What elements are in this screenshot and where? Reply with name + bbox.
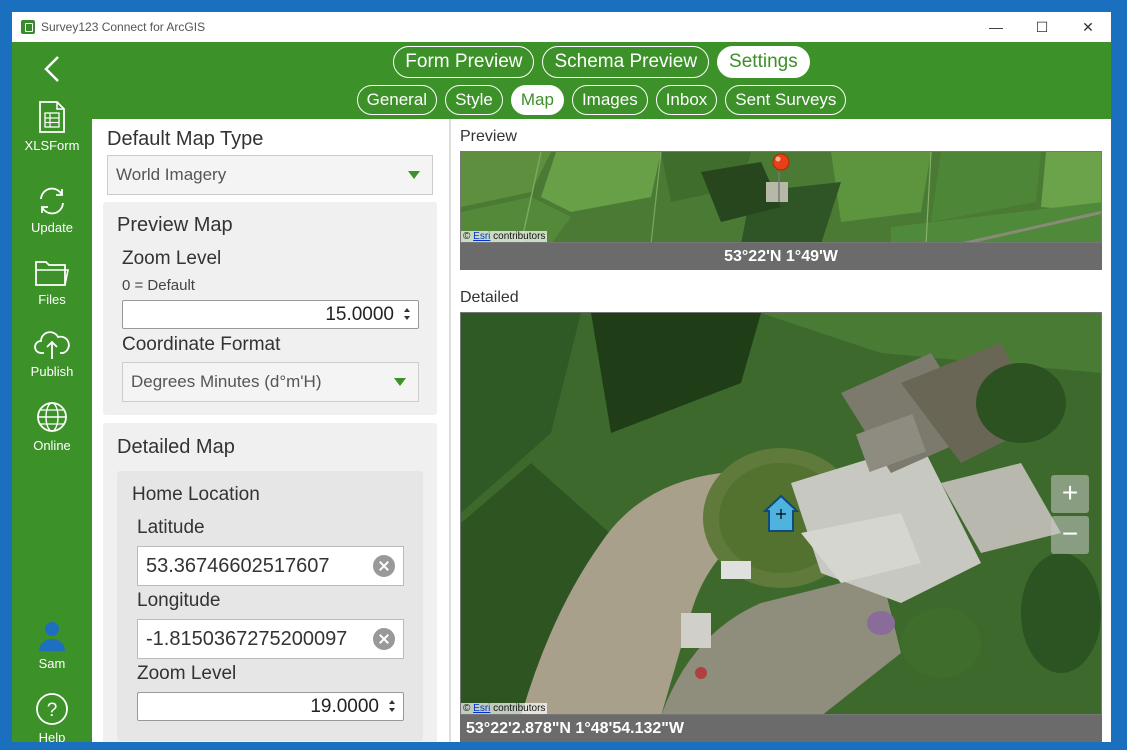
longitude-label: Longitude	[137, 590, 221, 611]
help-glyph: ?	[47, 700, 58, 721]
maximize-button[interactable]: ☐	[1019, 12, 1065, 42]
longitude-input[interactable]: -1.8150367275200097	[137, 619, 404, 659]
folder-icon	[35, 261, 69, 286]
default-map-type-label: Default Map Type	[107, 128, 264, 150]
home-location-group: Home Location Latitude 53.36746602517607…	[117, 471, 423, 741]
esri-link[interactable]: Esri	[473, 703, 490, 714]
settings-subtabs: General Style Map Images Inbox Sent Surv…	[92, 85, 1111, 115]
latitude-input[interactable]: 53.36746602517607	[137, 546, 404, 586]
coordinate-format-value: Degrees Minutes (d°m'H)	[131, 372, 322, 391]
help-button[interactable]: ? Help	[12, 692, 92, 742]
sidebar-item-label: Update	[31, 220, 73, 235]
preview-coordinates: 53°22'N 1°49'W	[460, 243, 1102, 270]
preview-attribution: © Esri contributors	[461, 231, 548, 242]
title-bar: Survey123 Connect for ArcGIS — ☐ ✕	[12, 12, 1111, 42]
detailed-map-section: Detailed Map Home Location Latitude 53.3…	[103, 423, 437, 742]
sidebar-item-xlsform[interactable]: XLSForm	[12, 100, 92, 153]
coordinate-format-label: Coordinate Format	[122, 334, 281, 355]
detailed-zoom-label: Zoom Level	[137, 663, 237, 684]
sidebar-item-label: Online	[33, 438, 71, 453]
subtab-sent-surveys[interactable]: Sent Surveys	[725, 85, 847, 115]
detailed-map-imagery	[461, 313, 1101, 714]
longitude-value: -1.8150367275200097	[146, 628, 348, 650]
refresh-icon	[40, 187, 64, 215]
preview-map[interactable]: © Esri contributors	[460, 151, 1102, 243]
user-icon	[39, 622, 65, 651]
detailed-coordinates: 53°22'2.878"N 1°48'54.132"W	[460, 715, 1102, 742]
preview-zoom-spinbox[interactable]: 15.0000	[122, 300, 419, 329]
detailed-zoom-value: 19.0000	[310, 696, 379, 717]
globe-icon	[37, 402, 67, 432]
dropdown-arrow-icon	[408, 171, 420, 179]
user-name: Sam	[38, 656, 66, 671]
window-controls: — ☐ ✕	[973, 12, 1111, 42]
tab-form-preview[interactable]: Form Preview	[393, 46, 535, 78]
cloud-upload-icon	[34, 331, 70, 359]
preview-zoom-label: Zoom Level	[122, 248, 222, 269]
preview-zoom-value: 15.0000	[325, 304, 394, 325]
app-window: Survey123 Connect for ArcGIS — ☐ ✕ XLSFo…	[12, 12, 1111, 742]
subtab-style[interactable]: Style	[445, 85, 503, 115]
detailed-zoom-spinbox[interactable]: 19.0000	[137, 692, 404, 721]
preview-map-section: Preview Map Zoom Level 0 = Default 15.00…	[103, 202, 437, 415]
clear-longitude-icon[interactable]	[373, 628, 395, 650]
esri-link[interactable]: Esri	[473, 231, 490, 242]
tab-schema-preview[interactable]: Schema Preview	[542, 46, 710, 78]
map-settings-panel: Default Map Type World Imagery Preview M…	[92, 119, 449, 742]
zoom-out-button[interactable]: −	[1051, 516, 1089, 554]
sidebar-item-files[interactable]: Files	[12, 258, 92, 307]
sidebar-item-online[interactable]: Online	[12, 400, 92, 453]
default-map-type-value: World Imagery	[116, 165, 227, 184]
detailed-label: Detailed	[460, 289, 519, 306]
help-label: Help	[38, 730, 66, 742]
preview-map-title: Preview Map	[117, 214, 233, 236]
map-preview-panel: Preview © Esri contributors 53°22'N 1°49…	[451, 119, 1111, 742]
preview-map-imagery	[461, 152, 1101, 242]
home-location-title: Home Location	[132, 484, 260, 505]
detailed-attribution: © Esri contributors	[461, 703, 548, 714]
app-logo-icon	[21, 20, 35, 34]
spreadsheet-icon	[39, 101, 65, 133]
tab-settings[interactable]: Settings	[717, 46, 810, 78]
help-icon: ?	[36, 693, 68, 725]
sidebar-item-publish[interactable]: Publish	[12, 328, 92, 379]
sidebar-item-label: XLSForm	[24, 138, 80, 153]
close-button[interactable]: ✕	[1065, 12, 1111, 42]
coordinate-format-select[interactable]: Degrees Minutes (d°m'H)	[122, 362, 419, 402]
sidebar-item-update[interactable]: Update	[12, 186, 92, 235]
chevron-left-icon	[44, 56, 59, 82]
minimize-button[interactable]: —	[973, 12, 1019, 42]
preview-zoom-hint: 0 = Default	[122, 277, 195, 294]
main-tabs: Form Preview Schema Preview Settings	[92, 46, 1111, 78]
spin-arrows-icon[interactable]	[389, 698, 397, 716]
sidebar: XLSForm Update Files Publish Online Sam …	[12, 42, 92, 742]
default-map-type-select[interactable]: World Imagery	[107, 155, 433, 195]
zoom-in-button[interactable]: +	[1051, 475, 1089, 513]
user-profile[interactable]: Sam	[12, 620, 92, 671]
subtab-general[interactable]: General	[356, 85, 438, 115]
detailed-map[interactable]: + − © Esri contributors	[460, 312, 1102, 715]
subtab-inbox[interactable]: Inbox	[655, 85, 718, 115]
sidebar-item-label: Publish	[30, 364, 74, 379]
dropdown-arrow-icon	[394, 378, 406, 386]
back-button[interactable]	[36, 54, 68, 84]
detailed-map-title: Detailed Map	[117, 436, 235, 458]
latitude-value: 53.36746602517607	[146, 555, 330, 577]
sidebar-item-label: Files	[38, 292, 66, 307]
clear-latitude-icon[interactable]	[373, 555, 395, 577]
spin-arrows-icon[interactable]	[404, 306, 412, 324]
subtab-map[interactable]: Map	[510, 85, 564, 115]
subtab-images[interactable]: Images	[571, 85, 648, 115]
preview-label: Preview	[460, 128, 517, 145]
latitude-label: Latitude	[137, 517, 205, 538]
header-tabs: Form Preview Schema Preview Settings Gen…	[92, 42, 1111, 119]
window-title: Survey123 Connect for ArcGIS	[41, 20, 206, 34]
